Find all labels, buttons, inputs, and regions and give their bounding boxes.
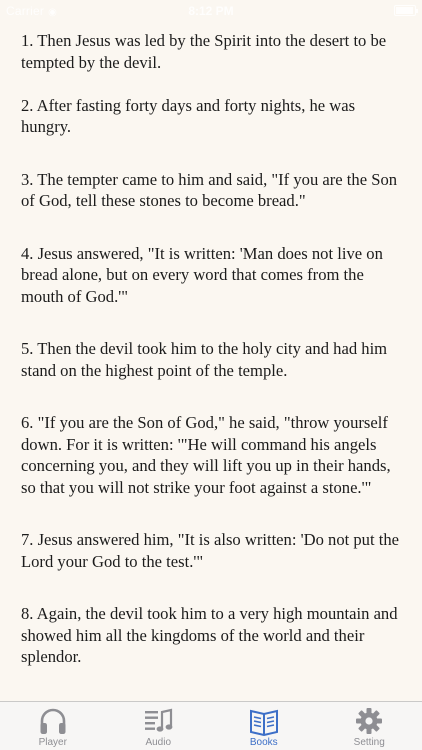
battery-icon: [394, 5, 418, 16]
verse-5: 5. Then the devil took him to the holy c…: [21, 339, 388, 380]
tab-books[interactable]: Books: [211, 702, 317, 750]
verse-2: 2. After fasting forty days and forty ni…: [21, 95, 356, 137]
chapter-text: 1. Then Jesus was led by the Spirit into…: [21, 30, 405, 668]
verse-8: 8. Again, the devil took him to a very h…: [21, 604, 398, 666]
verse-4: 4. Jesus answered, "It is written: 'Man …: [21, 243, 383, 306]
gear-icon: [356, 708, 383, 734]
tab-audio[interactable]: Audio: [106, 702, 212, 750]
verse-7: 7. Jesus answered him, "It is also writt…: [21, 530, 400, 571]
verse-6: 6. "If you are the Son of God," he said,…: [21, 413, 391, 497]
tab-bar: Player Audio Books Setting: [0, 701, 422, 750]
verse-3: 3. The tempter came to him and said, "If…: [21, 169, 398, 211]
bible-reader-screen: Carrier ◉ 8:12 PM 1. Then Jesus was led b…: [0, 0, 422, 750]
tab-player-label: Player: [38, 737, 67, 748]
headphones-icon: [40, 708, 66, 734]
tab-player[interactable]: Player: [0, 702, 106, 750]
status-bar: Carrier ◉ 8:12 PM: [0, 0, 422, 22]
tab-setting[interactable]: Setting: [317, 702, 422, 750]
music-list-icon: [145, 708, 173, 732]
verse-1: 1. Then Jesus was led by the Spirit into…: [21, 31, 387, 72]
status-time: 8:12 PM: [188, 4, 234, 18]
tab-books-label: Books: [249, 737, 278, 748]
book-icon: [249, 709, 278, 736]
tab-setting-label: Setting: [353, 737, 385, 748]
tab-audio-label: Audio: [145, 737, 172, 748]
